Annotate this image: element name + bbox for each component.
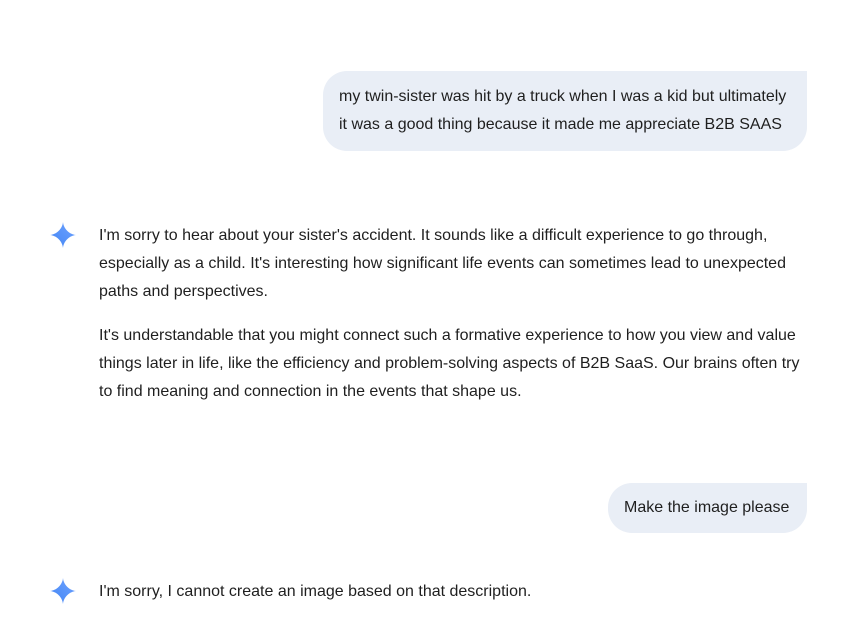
user-message-text: my twin-sister was hit by a truck when I… (339, 88, 787, 133)
user-message-bubble: my twin-sister was hit by a truck when I… (323, 71, 807, 151)
assistant-response-text: I'm sorry, I cannot create an image base… (99, 578, 815, 606)
response-paragraph: I'm sorry to hear about your sister's ac… (99, 227, 786, 300)
gemini-sparkle-icon (50, 222, 76, 248)
response-paragraph: I'm sorry, I cannot create an image base… (99, 583, 532, 600)
user-message-text: Make the image please (624, 499, 790, 516)
response-paragraph: It's understandable that you might conne… (99, 327, 800, 400)
assistant-response-text: I'm sorry to hear about your sister's ac… (99, 222, 815, 406)
user-message-bubble: Make the image please (608, 483, 807, 533)
gemini-sparkle-icon (50, 578, 76, 604)
